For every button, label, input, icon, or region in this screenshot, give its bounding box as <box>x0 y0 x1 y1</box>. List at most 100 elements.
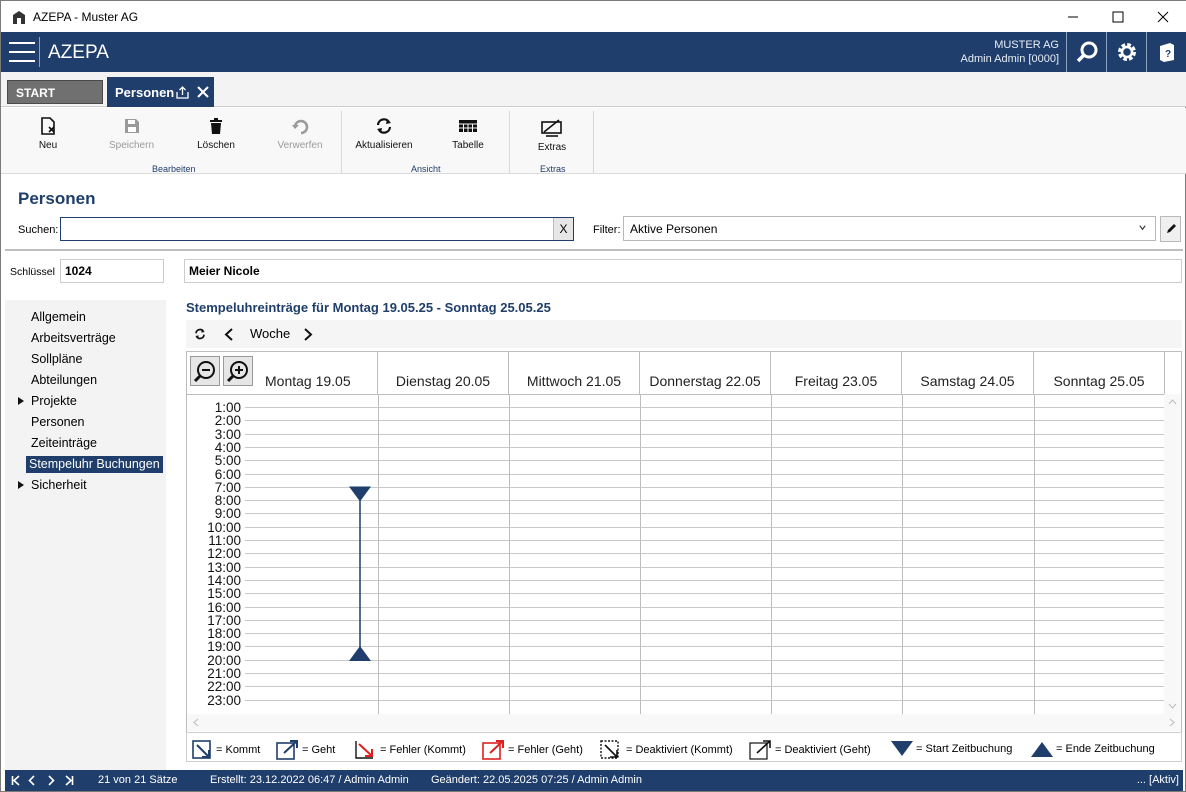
gear-icon <box>1117 43 1136 61</box>
hour-line <box>245 659 1165 661</box>
hour-label: 3:00 <box>214 426 241 442</box>
legend-item: = Fehler (Geht) <box>482 740 583 760</box>
calendar-heading: Stempeluhreinträge für Montag 19.05.25 -… <box>186 300 551 315</box>
sidebar-item-stempeluhr-buchungen[interactable]: Stempeluhr Buchungen <box>26 456 163 473</box>
hour-label: 1:00 <box>214 400 241 415</box>
sidebar-item-zeiteintraege[interactable]: Zeiteinträge <box>28 435 100 452</box>
tab-bar: START Personen <box>1 72 1186 107</box>
close-tab-icon[interactable] <box>196 85 210 99</box>
chevron-right-icon[interactable] <box>303 328 313 341</box>
close-icon <box>1157 11 1169 22</box>
hour-line <box>245 646 1165 648</box>
save-button[interactable]: Speichern <box>104 116 159 151</box>
company-name: MUSTER AG <box>994 39 1059 51</box>
sidebar-item-personen[interactable]: Personen <box>28 414 88 431</box>
search-label: Suchen: <box>18 224 59 236</box>
search-clear-button[interactable]: X <box>553 218 573 240</box>
trash-icon <box>210 118 222 134</box>
name-field[interactable]: Meier Nicole <box>184 259 1182 283</box>
discard-button[interactable]: Verwerfen <box>272 116 328 151</box>
hour-label: 22:00 <box>207 679 241 695</box>
extras-icon <box>541 119 562 137</box>
scroll-down-icon[interactable] <box>1168 703 1177 709</box>
save-icon <box>124 119 139 133</box>
scroll-right-icon[interactable] <box>1169 718 1175 727</box>
sidebar-item-allgemein[interactable]: Allgemein <box>28 309 89 326</box>
refresh-button[interactable]: Aktualisieren <box>351 116 417 151</box>
horizontal-scrollbar[interactable] <box>187 714 1181 731</box>
new-button[interactable]: Neu <box>28 116 68 151</box>
zoom-out-button[interactable] <box>190 356 220 386</box>
legend-label: = Kommt <box>216 744 261 756</box>
ribbon-toolbar: Neu Speichern Löschen Verwerfen Aktualis… <box>1 108 1186 174</box>
legend-label: = Deaktiviert (Geht) <box>775 744 871 756</box>
key-field[interactable]: 1024 <box>60 259 164 283</box>
minimize-button[interactable] <box>1050 1 1096 32</box>
next-record-icon[interactable] <box>47 775 55 786</box>
company-info: MUSTER AG Admin Admin [0000] <box>961 38 1059 66</box>
fehler-geht-icon <box>482 740 504 760</box>
sidebar-item-projekte[interactable]: Projekte <box>28 393 80 410</box>
last-record-icon[interactable] <box>64 775 74 786</box>
app-window: AZEPA - Muster AG AZEPA MUSTER AG Admin … <box>0 0 1186 792</box>
help-button[interactable]: ? <box>1146 32 1186 72</box>
sidebar: Allgemein Arbeitsverträge Sollpläne Abte… <box>5 300 166 770</box>
record-count: 21 von 21 Sätze <box>98 774 178 786</box>
first-record-icon[interactable] <box>11 775 21 786</box>
hour-line <box>245 540 1165 541</box>
tab-personen[interactable]: Personen <box>107 77 214 107</box>
legend: = Kommt = Geht = Fehler (Kommt) = Fehler… <box>186 732 1182 762</box>
day-header: Mittwoch 21.05 <box>509 352 640 394</box>
hamburger-menu-button[interactable] <box>9 42 35 62</box>
hour-label: 8:00 <box>214 493 241 509</box>
hour-line <box>245 619 1165 621</box>
extras-button[interactable]: Extras <box>531 118 573 153</box>
settings-button[interactable] <box>1106 32 1146 72</box>
sidebar-item-arbeitsvertraege[interactable]: Arbeitsverträge <box>28 330 119 347</box>
hour-line <box>245 446 1165 448</box>
search-button[interactable] <box>1066 32 1106 72</box>
expand-arrow-icon[interactable] <box>18 397 24 405</box>
tab-start[interactable]: START <box>7 80 103 104</box>
hour-line <box>245 433 1165 435</box>
refresh-label: Aktualisieren <box>355 140 413 151</box>
legend-label: = Start Zeitbuchung <box>916 743 1013 755</box>
hour-label: 11:00 <box>208 533 241 548</box>
sidebar-item-sicherheit[interactable]: Sicherheit <box>28 477 90 494</box>
maximize-button[interactable] <box>1095 1 1141 32</box>
view-mode-label[interactable]: Woche <box>250 326 290 341</box>
filter-select[interactable]: Aktive Personen <box>623 216 1156 241</box>
end-booking-triangle[interactable] <box>349 646 371 662</box>
group-ansicht: Ansicht <box>411 164 441 174</box>
record-state[interactable]: ... [Aktiv] <box>1137 774 1179 786</box>
vertical-scrollbar[interactable] <box>1164 394 1181 714</box>
book-help-icon: ? <box>1159 43 1174 62</box>
legend-item: = Deaktiviert (Geht) <box>749 740 871 760</box>
legend-item: = Geht <box>276 740 335 760</box>
filter-label: Filter: <box>593 224 621 236</box>
scroll-up-icon[interactable] <box>1168 399 1177 405</box>
detach-tab-icon[interactable] <box>175 85 190 100</box>
table-button[interactable]: Tabelle <box>448 116 488 151</box>
delete-label: Löschen <box>197 140 235 151</box>
edit-filter-button[interactable] <box>1160 216 1181 242</box>
sidebar-item-abteilungen[interactable]: Abteilungen <box>28 372 100 389</box>
chevron-left-icon[interactable] <box>224 328 234 341</box>
start-booking-triangle[interactable] <box>349 486 371 502</box>
close-window-button[interactable] <box>1140 1 1186 32</box>
hour-line <box>245 553 1165 555</box>
hour-label: 10:00 <box>207 519 241 535</box>
day-header: Freitag 23.05 <box>771 352 902 394</box>
previous-record-icon[interactable] <box>28 775 36 786</box>
expand-arrow-icon[interactable] <box>18 481 24 489</box>
hour-label: 19:00 <box>207 639 241 655</box>
time-booking-marker[interactable] <box>349 352 371 682</box>
zoom-in-button[interactable] <box>223 356 253 386</box>
minimize-icon <box>1068 16 1078 17</box>
scroll-left-icon[interactable] <box>193 718 199 727</box>
refresh-icon[interactable] <box>194 328 206 340</box>
search-input[interactable]: X <box>60 217 574 241</box>
delete-button[interactable]: Löschen <box>193 116 239 151</box>
sidebar-item-sollplaene[interactable]: Sollpläne <box>28 351 85 368</box>
undo-icon <box>292 119 309 135</box>
